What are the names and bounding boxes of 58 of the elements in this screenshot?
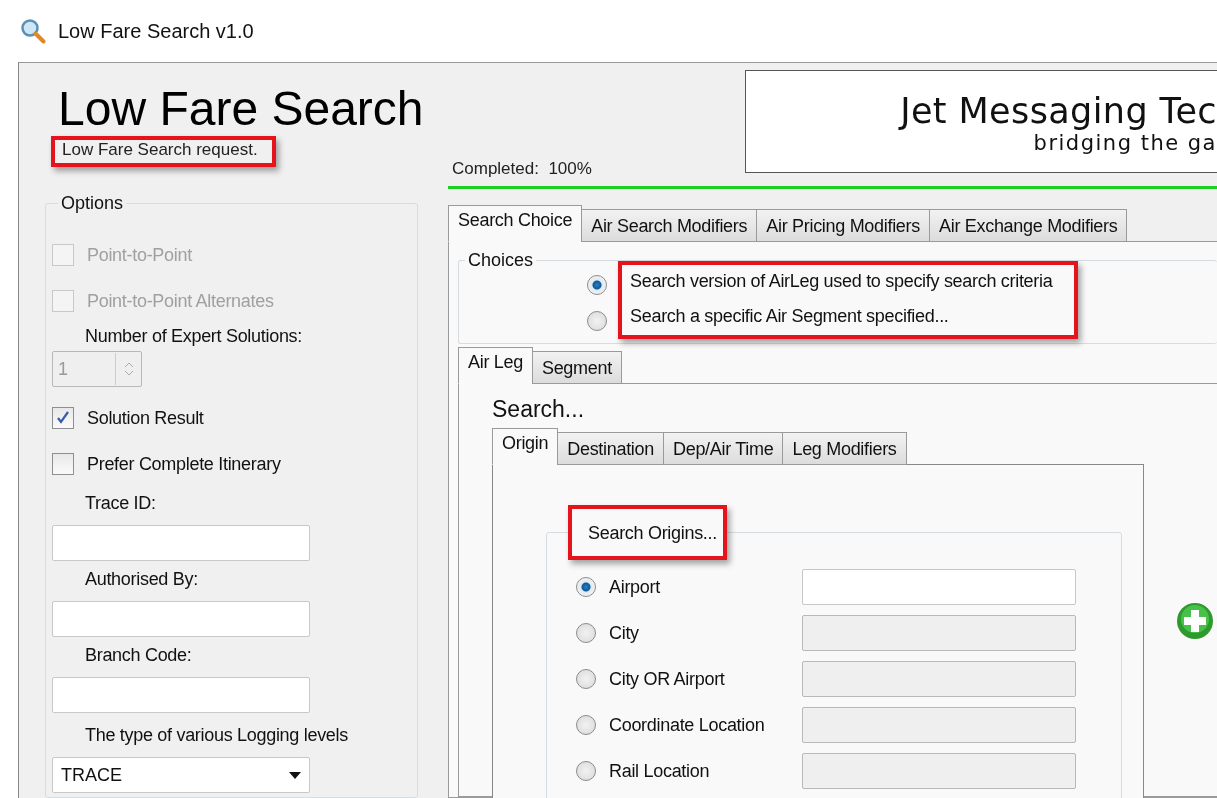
group-legend: Options — [58, 193, 127, 214]
tab[interactable]: Air Search Modifiers — [581, 209, 758, 242]
field-label: Authorised By: — [85, 569, 199, 590]
radio-button[interactable] — [576, 761, 596, 781]
tab[interactable]: Search Choice — [448, 205, 583, 242]
group-legend: Choices — [465, 250, 537, 271]
radio-button[interactable] — [587, 311, 607, 331]
radio-label: Search a specific Air Segment specified... — [630, 306, 950, 327]
radio-label: Coordinate Location — [609, 714, 766, 736]
checkbox[interactable] — [52, 407, 74, 429]
tab[interactable]: Dep/Air Time — [663, 432, 784, 465]
checkbox[interactable] — [52, 453, 74, 475]
progress-label: Completed: 100% — [452, 159, 593, 179]
radio-button[interactable] — [576, 577, 596, 597]
input-field[interactable] — [802, 615, 1076, 651]
input-field[interactable] — [52, 601, 310, 637]
radio-label: City — [609, 622, 640, 644]
field-label: Number of Expert Solutions: — [85, 326, 303, 347]
check-icon — [55, 410, 71, 426]
input-field[interactable] — [802, 569, 1076, 605]
logo-tagline: bridging the ga — [1033, 131, 1217, 155]
input-field[interactable] — [52, 525, 310, 561]
section-heading: Search... — [492, 396, 586, 423]
input-field[interactable] — [802, 661, 1076, 697]
tab[interactable]: Air Exchange Modifiers — [929, 209, 1128, 242]
field-label: Trace ID: — [85, 493, 157, 514]
tab[interactable]: Leg Modifiers — [782, 432, 907, 465]
input-field[interactable] — [802, 707, 1076, 743]
field-label: The type of various Logging levels — [85, 725, 349, 746]
logging-dropdown[interactable]: TRACE — [52, 757, 310, 793]
radio-button[interactable] — [576, 669, 596, 689]
add-icon[interactable] — [1176, 602, 1214, 640]
tab[interactable]: Air Leg — [458, 347, 533, 384]
input-field[interactable] — [802, 753, 1076, 789]
caret-icon — [289, 771, 301, 779]
field-label: Branch Code: — [85, 645, 193, 666]
magnifier-icon — [20, 18, 46, 44]
window-title: Low Fare Search v1.0 — [58, 19, 254, 43]
radio-label: Airport — [609, 576, 661, 598]
radio-label: City OR Airport — [609, 668, 726, 690]
app-heading: Low Fare Search — [58, 83, 425, 135]
checkbox-label: Point-to-Point — [87, 244, 192, 266]
radio-button[interactable] — [587, 275, 607, 295]
tab[interactable]: Destination — [557, 432, 664, 465]
checkbox-label: Solution Result — [87, 407, 204, 429]
logo-name: Jet Messaging Tec — [900, 91, 1217, 131]
checkbox-label: Prefer Complete Itinerary — [87, 453, 281, 475]
radio-button[interactable] — [576, 715, 596, 735]
radio-label: Search version of AirLeg used to specify search criteria — [630, 271, 1053, 292]
tab[interactable]: Origin — [492, 428, 559, 465]
radio-label: Rail Location — [609, 760, 711, 782]
tab[interactable]: Segment — [531, 351, 622, 384]
subtitle: Low Fare Search request. — [62, 140, 258, 159]
group-legend: Search Origins... — [588, 523, 717, 543]
checkbox-label: Point-to-Point Alternates — [87, 290, 274, 312]
tab[interactable]: Air Pricing Modifiers — [756, 209, 930, 242]
radio-button[interactable] — [576, 623, 596, 643]
input-field[interactable] — [52, 677, 310, 713]
